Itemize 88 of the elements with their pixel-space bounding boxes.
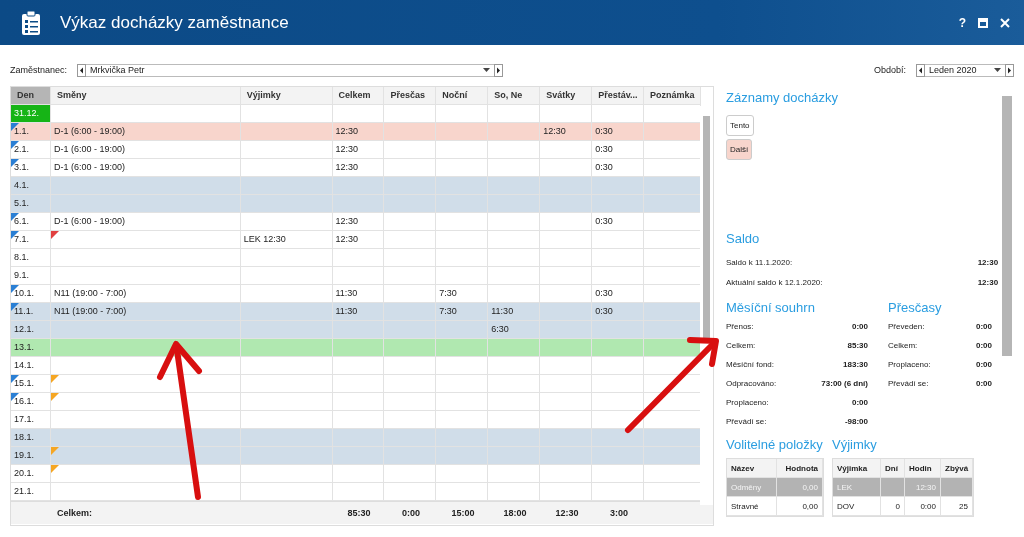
field-label: Celkem: [888, 341, 918, 350]
record-button[interactable]: Další [726, 139, 753, 160]
table-row[interactable]: 4.1. [11, 177, 701, 195]
table-row[interactable]: 1.1. D-1 (6:00 - 19:00) 12:30 12:30 0:30 [11, 123, 701, 141]
field-value: 85:30 [847, 341, 868, 350]
section-heading: Volitelné položky [726, 437, 824, 452]
field-value: 0:00 [976, 379, 992, 388]
table-row[interactable]: 21.1. [11, 483, 701, 501]
section-heading: Přesčasy [888, 300, 943, 315]
total-value: 15:00 [450, 507, 476, 520]
table-row[interactable]: 12.1. 6:30 [11, 321, 701, 339]
table-row[interactable]: 3.1. D-1 (6:00 - 19:00) 12:30 0:30 [11, 159, 701, 177]
table-row[interactable]: 19.1. [11, 447, 701, 465]
table-row[interactable]: 6.1. D-1 (6:00 - 19:00) 12:30 0:30 [11, 213, 701, 231]
dropdown-icon[interactable] [994, 67, 1001, 73]
previous-icon[interactable] [77, 63, 87, 77]
field-value: 0:00 [976, 322, 992, 331]
total-value: 3:00 [609, 507, 629, 520]
section-heading: Záznamy docházky [726, 90, 839, 105]
table-row[interactable]: 20.1. [11, 465, 701, 483]
field-label: Zaměstnanec: [10, 65, 68, 75]
field-value: 0:00 [976, 360, 992, 369]
table-row[interactable]: 14.1. [11, 357, 701, 375]
table-row[interactable]: 10.1. N11 (19:00 - 7:00) 11:30 7:30 0:30 [11, 285, 701, 303]
table-row[interactable]: 5.1. [11, 195, 701, 213]
record-button[interactable]: Tento [726, 115, 754, 136]
close-icon[interactable] [1000, 17, 1010, 28]
field-value: 12:30 [977, 257, 999, 267]
column-header[interactable]: Den [11, 87, 51, 105]
field-label: Saldo k 11.1.2020: [726, 257, 793, 267]
field-label: Období: [873, 65, 906, 75]
table-row[interactable]: 7.1. LEK 12:30 12:30 [11, 231, 701, 249]
total-value: 18:00 [502, 507, 528, 520]
table-cell: 25 [941, 497, 973, 516]
table-row[interactable]: 13.1. [11, 339, 701, 357]
field-label: Proplaceno: [888, 360, 931, 369]
field-label: Aktuální saldo k 12.1.2020: [726, 277, 823, 287]
field-value: -98:00 [844, 417, 868, 426]
scrollbar[interactable] [700, 106, 713, 505]
table-cell: 0:00 [905, 497, 941, 516]
period-dropdown[interactable]: Leden 2020 [925, 63, 1005, 77]
window-title: Výkaz docházky zaměstnance [60, 12, 290, 33]
field-value: 0:00 [852, 322, 868, 331]
field-label: Proplaceno: [726, 398, 769, 407]
table-row[interactable]: 15.1. [11, 375, 701, 393]
table-cell: Odměny [727, 478, 777, 497]
table-cell: 12:30 [905, 478, 941, 497]
table-cell: Stravné [727, 497, 777, 516]
section-heading: Saldo [726, 231, 761, 246]
table-cell: 0,00 [777, 497, 823, 516]
clipboard-icon [20, 9, 42, 36]
total-label: Celkem: [56, 507, 93, 520]
dropdown-icon[interactable] [483, 67, 491, 73]
total-value: 85:30 [346, 507, 372, 520]
next-icon[interactable] [1005, 63, 1014, 77]
table-row[interactable]: 16.1. [11, 393, 701, 411]
field-label: Převeden: [888, 322, 925, 331]
next-icon[interactable] [494, 63, 504, 77]
field-label: Převádí se: [726, 417, 767, 426]
field-label: Měsíční fond: [726, 360, 775, 369]
field-value: 12:30 [977, 277, 999, 287]
total-value: 0:00 [401, 507, 421, 520]
field-value: 73:00 (6 dní) [821, 379, 868, 388]
section-heading: Měsíční souhrn [726, 300, 816, 315]
maximize-icon[interactable] [978, 17, 988, 28]
employee-dropdown[interactable]: Mrkvička Petr [86, 63, 495, 77]
section-heading: Výjimky [832, 437, 878, 452]
table-row[interactable]: 18.1. [11, 429, 701, 447]
table-row[interactable]: 17.1. [11, 411, 701, 429]
field-value: 0:00 [976, 341, 992, 350]
field-label: Přenos: [726, 322, 754, 331]
table-row[interactable]: Stravné 0,00 [727, 497, 823, 516]
table-cell: DOV [833, 497, 881, 516]
help-button[interactable]: ? [958, 15, 966, 30]
previous-icon[interactable] [916, 63, 925, 77]
table-cell: 0 [881, 497, 905, 516]
table-row[interactable]: 9.1. [11, 267, 701, 285]
field-label: Celkem: [726, 341, 756, 350]
table-row[interactable]: DOV 0 0:00 25 [833, 497, 973, 516]
table-row[interactable]: 8.1. [11, 249, 701, 267]
field-label: Odpracováno: [726, 379, 777, 388]
table-cell: 31.12. [11, 105, 51, 123]
table-row[interactable]: 2.1. D-1 (6:00 - 19:00) 12:30 0:30 [11, 141, 701, 159]
field-value: 0:00 [852, 398, 868, 407]
field-label: Převádí se: [888, 379, 929, 388]
total-value: 12:30 [554, 507, 580, 520]
table-row[interactable]: 11.1. N11 (19:00 - 7:00) 11:30 7:30 11:30 0:30 [11, 303, 701, 321]
field-value: 183:30 [843, 360, 868, 369]
